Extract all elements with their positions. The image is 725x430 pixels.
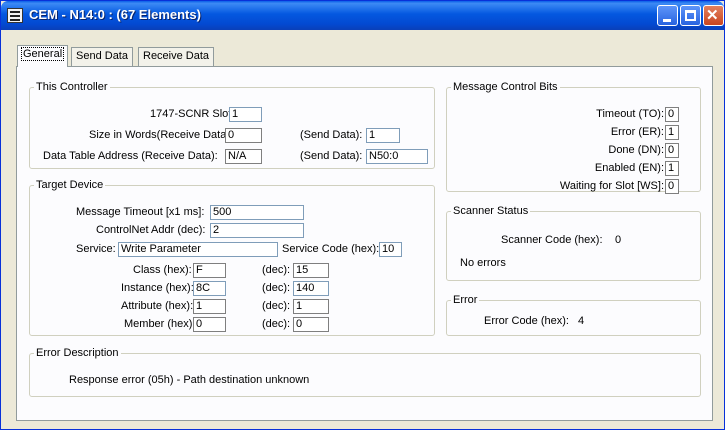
addr-send-label: (Send Data): xyxy=(300,150,363,162)
title-bar[interactable]: CEM - N14:0 : (67 Elements) ✕ xyxy=(1,1,724,30)
size-recv-label: Size in Words(Receive Data): xyxy=(89,129,234,141)
member-label: Member (hex): xyxy=(124,318,196,330)
service-code-field[interactable]: 10 xyxy=(379,242,402,257)
target-device-legend: Target Device xyxy=(36,179,104,191)
minimize-icon xyxy=(663,19,671,22)
attribute-label: Attribute (hex): xyxy=(121,300,194,312)
done-dn-field: 0 xyxy=(665,143,679,158)
timeout-field[interactable]: 500 xyxy=(210,205,304,220)
error-legend: Error xyxy=(453,294,478,306)
maximize-button[interactable] xyxy=(680,5,701,26)
cnaddr-field[interactable]: 2 xyxy=(210,223,304,238)
tab-general[interactable]: General xyxy=(17,45,69,67)
size-recv-field: 0 xyxy=(225,128,262,143)
member-dec-label: (dec): xyxy=(262,318,291,330)
error-code-label: Error Code (hex): xyxy=(484,315,569,327)
size-send-label: (Send Data): xyxy=(300,129,363,141)
instance-label: Instance (hex): xyxy=(121,282,194,294)
error-description-text: Response error (05h) - Path destination … xyxy=(69,374,310,386)
error-group: Error Error Code (hex): 4 xyxy=(446,294,701,336)
close-button[interactable]: ✕ xyxy=(703,5,724,26)
error-description-legend: Error Description xyxy=(36,347,119,359)
service-field[interactable]: Write Parameter xyxy=(118,242,278,257)
message-control-bits-group: Message Control Bits Timeout (TO): 0 Err… xyxy=(446,81,701,194)
slot-field[interactable]: 1 xyxy=(229,107,262,122)
minimize-button[interactable] xyxy=(657,5,678,26)
member-dec-field: 0 xyxy=(293,317,329,332)
attribute-hex-field: 1 xyxy=(193,299,226,314)
class-label: Class (hex): xyxy=(133,264,192,276)
target-device-group: Target Device Message Timeout [x1 ms]: 5… xyxy=(29,179,435,336)
size-send-field[interactable]: 1 xyxy=(366,128,400,143)
waiting-ws-label: Waiting for Slot [WS]: xyxy=(559,180,664,192)
tab-receive-data[interactable]: Receive Data xyxy=(138,47,215,66)
class-dec-field: 15 xyxy=(293,263,329,278)
attribute-dec-label: (dec): xyxy=(262,300,291,312)
instance-hex-field[interactable]: 8C xyxy=(193,281,226,296)
error-er-label: Error (ER): xyxy=(610,126,664,138)
control-bits-legend: Message Control Bits xyxy=(453,81,558,93)
app-icon xyxy=(7,8,23,23)
timeout-label: Message Timeout [x1 ms]: xyxy=(76,206,205,218)
scanner-status-message: No errors xyxy=(460,257,506,269)
done-dn-label: Done (DN): xyxy=(608,144,664,156)
message-dialog-window: CEM - N14:0 : (67 Elements) ✕ General Se… xyxy=(0,0,725,430)
timeout-to-field: 0 xyxy=(665,107,679,122)
maximize-icon xyxy=(685,10,696,21)
tab-send-data[interactable]: Send Data xyxy=(71,47,133,66)
timeout-to-label: Timeout (TO): xyxy=(596,108,664,120)
enabled-en-field: 1 xyxy=(665,161,679,176)
this-controller-legend: This Controller xyxy=(36,81,108,93)
addr-send-field[interactable]: N50:0 xyxy=(366,149,428,164)
addr-recv-field: N/A xyxy=(225,149,262,164)
class-dec-label: (dec): xyxy=(262,264,291,276)
scanner-status-group: Scanner Status Scanner Code (hex): 0 No … xyxy=(446,205,701,281)
instance-dec-label: (dec): xyxy=(262,282,291,294)
attribute-dec-field: 1 xyxy=(293,299,329,314)
service-code-label: Service Code (hex): xyxy=(282,243,380,255)
window-title: CEM - N14:0 : (67 Elements) xyxy=(29,7,201,22)
error-description-group: Error Description Response error (05h) -… xyxy=(29,347,701,397)
slot-label: 1747-SCNR Slot: xyxy=(150,108,235,120)
class-hex-field: F xyxy=(193,263,226,278)
addr-recv-label: Data Table Address (Receive Data): xyxy=(43,150,218,162)
close-icon: ✕ xyxy=(706,7,719,24)
this-controller-group: This Controller 1747-SCNR Slot: 1 Size i… xyxy=(29,81,435,169)
general-tab-panel: This Controller 1747-SCNR Slot: 1 Size i… xyxy=(16,66,713,421)
scanner-status-legend: Scanner Status xyxy=(453,205,529,217)
scanner-code-value: 0 xyxy=(615,234,622,246)
instance-dec-field[interactable]: 140 xyxy=(293,281,329,296)
error-er-field: 1 xyxy=(665,125,679,140)
member-hex-field: 0 xyxy=(193,317,226,332)
service-label: Service: xyxy=(76,243,116,255)
scanner-code-label: Scanner Code (hex): xyxy=(501,234,603,246)
error-code-value: 4 xyxy=(578,315,585,327)
waiting-ws-field: 0 xyxy=(665,179,679,194)
enabled-en-label: Enabled (EN): xyxy=(594,162,664,174)
cnaddr-label: ControlNet Addr (dec): xyxy=(96,224,206,236)
